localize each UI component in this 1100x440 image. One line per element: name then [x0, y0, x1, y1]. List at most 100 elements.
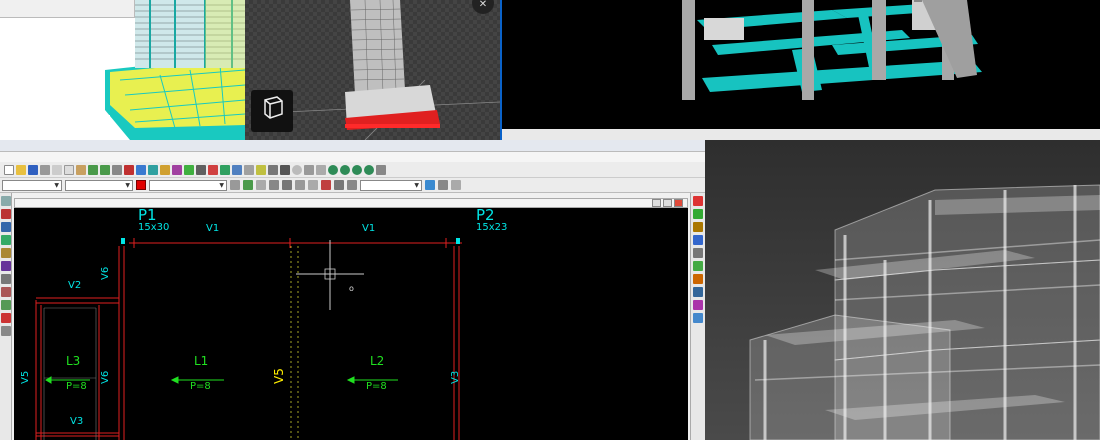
beam-icon[interactable]	[148, 164, 158, 175]
filter-icon[interactable]	[347, 180, 357, 190]
print-icon[interactable]	[40, 164, 50, 175]
export-icon[interactable]	[693, 274, 703, 284]
slab-label-l3: L3	[66, 354, 81, 368]
right-tool-palette	[690, 193, 705, 440]
visibility-icon[interactable]	[693, 209, 703, 219]
plan-icon[interactable]	[232, 164, 242, 175]
info-icon[interactable]	[451, 180, 461, 190]
cad-title-bar	[0, 140, 705, 152]
zoom-out-icon[interactable]	[340, 164, 350, 175]
pillar-size-p1: 15x30	[138, 222, 170, 233]
mode-dropdown[interactable]: ▼	[360, 179, 422, 191]
osnap-icon[interactable]	[256, 180, 266, 190]
refresh-icon[interactable]	[425, 180, 435, 190]
beam-label-v6-top: V6	[100, 266, 111, 280]
pillar-icon[interactable]	[136, 164, 146, 175]
plot-icon[interactable]	[693, 300, 703, 310]
color-swatch[interactable]	[136, 180, 146, 190]
chevron-down-icon: ▼	[125, 181, 130, 189]
stair-tool-icon[interactable]	[0, 287, 11, 297]
dimension-icon[interactable]	[316, 164, 326, 175]
wall-tool-icon[interactable]	[0, 248, 11, 258]
frame-tag	[914, 0, 922, 2]
translucent-3d-view	[705, 140, 1100, 440]
arrow-icon[interactable]	[268, 164, 278, 175]
layer-toggle-icon[interactable]	[693, 196, 703, 206]
report-icon[interactable]	[208, 164, 218, 175]
save-icon[interactable]	[28, 164, 38, 175]
layer-dropdown[interactable]: ▼	[2, 179, 62, 191]
center-beam-marker: V5	[272, 368, 286, 384]
window-controls	[652, 199, 683, 207]
select-tool-icon[interactable]	[0, 196, 11, 206]
pillar-tool-icon[interactable]	[0, 209, 11, 219]
new-icon[interactable]	[4, 164, 14, 175]
load-tool-icon[interactable]	[0, 261, 11, 271]
beam-tool-icon[interactable]	[0, 222, 11, 232]
opening-tool-icon[interactable]	[0, 274, 11, 284]
layer-icon[interactable]	[124, 164, 134, 175]
drawing-canvas[interactable]: P1 15x30 P2 15x23 V1 V1 V2 V3 V6 V6 V5 V…	[14, 206, 688, 440]
slab-icon[interactable]	[160, 164, 170, 175]
open-icon[interactable]	[16, 164, 26, 175]
hatch-icon[interactable]	[693, 235, 703, 245]
pillar-size-p2: 15x23	[476, 222, 508, 233]
minimize-icon[interactable]	[652, 199, 661, 207]
line-icon[interactable]	[280, 164, 290, 175]
circle-icon[interactable]	[292, 164, 302, 175]
zoom-window-icon[interactable]	[352, 164, 362, 175]
foundation-tool-icon[interactable]	[0, 300, 11, 310]
zoom-all-icon[interactable]	[364, 164, 374, 175]
beam-label-v1-right: V1	[362, 223, 376, 234]
lock-icon[interactable]	[438, 180, 448, 190]
view-cube-button[interactable]	[251, 90, 293, 132]
check-icon[interactable]	[184, 164, 194, 175]
frame-3d-model	[682, 0, 982, 100]
view3d-icon[interactable]	[220, 164, 230, 175]
measure-icon[interactable]	[269, 180, 279, 190]
section-icon[interactable]	[244, 164, 254, 175]
palette-icon[interactable]	[693, 222, 703, 232]
paste-icon[interactable]	[76, 164, 86, 175]
beam-label-v1-left: V1	[206, 223, 220, 234]
undo-icon[interactable]	[88, 164, 98, 175]
beam-label-v6-mid: V6	[100, 370, 111, 384]
pan-icon[interactable]	[376, 164, 386, 175]
dimension-tool-icon[interactable]	[0, 326, 11, 336]
import-icon[interactable]	[693, 287, 703, 297]
rotate-icon[interactable]	[295, 180, 305, 190]
structure-frame-window	[500, 0, 1100, 140]
table-icon[interactable]	[693, 261, 703, 271]
beam-label-v3-top: V3	[70, 416, 84, 427]
type-dropdown[interactable]: ▼	[65, 179, 133, 191]
building-render	[0, 0, 245, 140]
move-icon[interactable]	[282, 180, 292, 190]
cut-icon[interactable]	[52, 164, 62, 175]
maximize-icon[interactable]	[663, 199, 672, 207]
slab-load-l1: P=8	[190, 381, 211, 392]
detail-icon[interactable]	[256, 164, 266, 175]
snap-icon[interactable]	[230, 180, 240, 190]
beam-label-v2: V2	[68, 280, 82, 291]
help-icon[interactable]	[693, 313, 703, 323]
mirror-icon[interactable]	[308, 180, 318, 190]
chevron-down-icon: ▼	[414, 181, 419, 189]
zoom-in-icon[interactable]	[328, 164, 338, 175]
slab-tool-icon[interactable]	[0, 235, 11, 245]
redo-icon[interactable]	[100, 164, 110, 175]
load-icon[interactable]	[172, 164, 182, 175]
slab-label-l1: L1	[194, 354, 209, 368]
translucent-building-model	[705, 140, 1100, 440]
copy-icon[interactable]	[64, 164, 74, 175]
settings-icon[interactable]	[321, 180, 331, 190]
close-icon[interactable]	[674, 199, 683, 207]
ortho-icon[interactable]	[243, 180, 253, 190]
rebar-tool-icon[interactable]	[0, 313, 11, 323]
properties-icon[interactable]	[334, 180, 344, 190]
grid-icon[interactable]	[112, 164, 122, 175]
calc-icon[interactable]	[196, 164, 206, 175]
line-dropdown[interactable]: ▼	[149, 179, 227, 191]
cad-toolbar-properties: ▼ ▼ ▼ ▼	[0, 178, 705, 193]
block-icon[interactable]	[693, 248, 703, 258]
text-icon[interactable]	[304, 164, 314, 175]
